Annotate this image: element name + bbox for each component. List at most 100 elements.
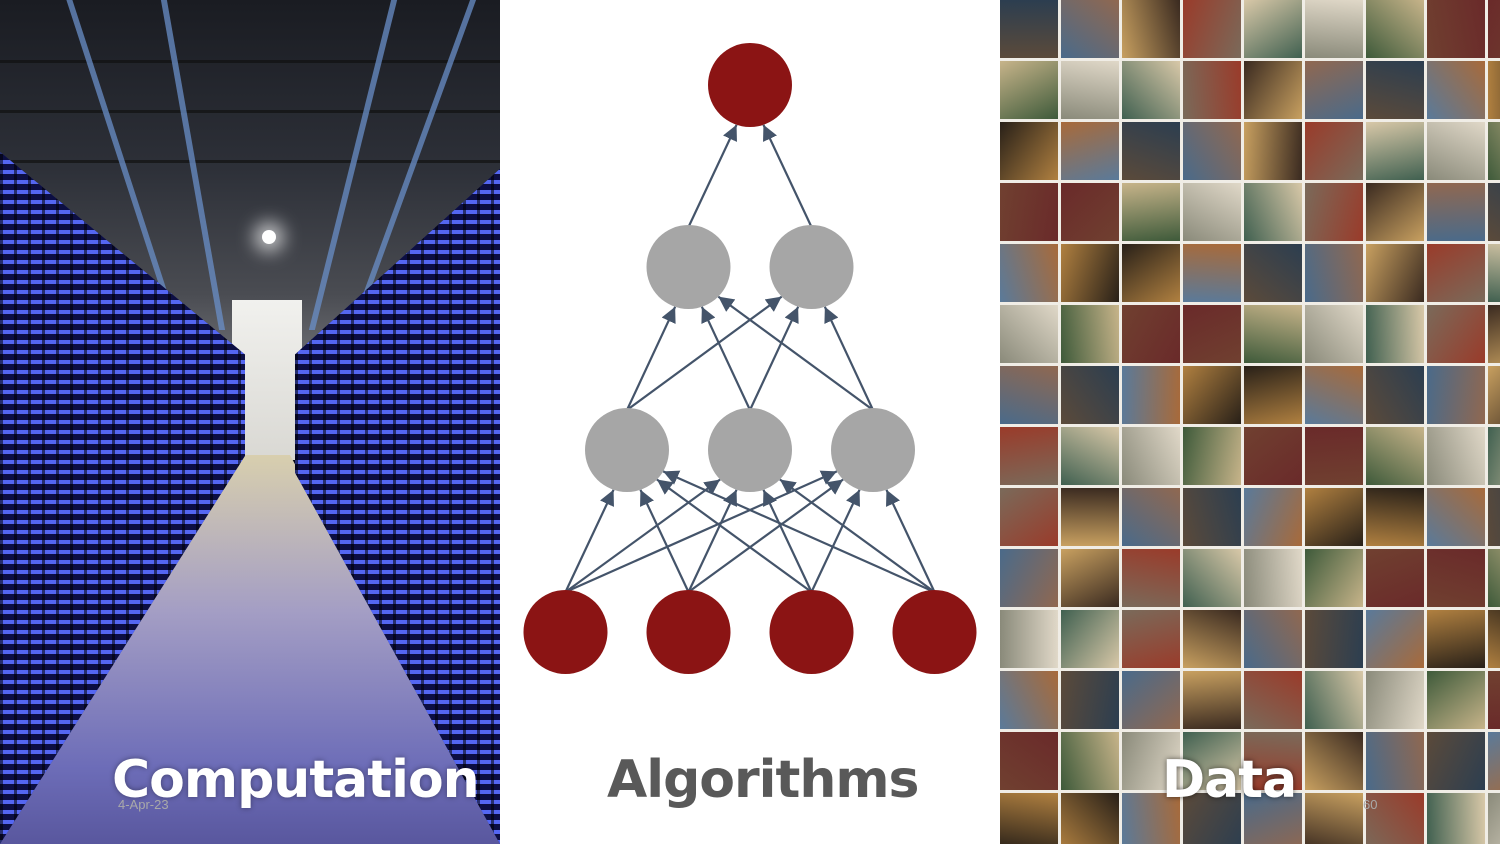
image-thumbnail: [1122, 61, 1180, 119]
image-thumbnail: [1488, 610, 1500, 668]
image-thumbnail: [1183, 183, 1241, 241]
image-thumbnail: [1122, 671, 1180, 729]
network-edge: [762, 489, 813, 593]
image-thumbnail: [1488, 549, 1500, 607]
input-node: [892, 590, 977, 674]
image-thumbnail: [1183, 366, 1241, 424]
image-thumbnail: [1122, 244, 1180, 302]
image-thumbnail: [1061, 366, 1119, 424]
image-thumbnail: [1366, 366, 1424, 424]
image-thumbnail: [1000, 793, 1058, 844]
image-thumbnail: [1366, 427, 1424, 485]
image-thumbnail: [1000, 183, 1058, 241]
image-thumbnail: [1000, 122, 1058, 180]
image-thumbnail: [1122, 427, 1180, 485]
image-thumbnail: [1061, 732, 1119, 790]
image-thumbnail: [1366, 732, 1424, 790]
input-node: [769, 590, 854, 674]
image-thumbnail: [1366, 610, 1424, 668]
input-node: [523, 590, 608, 674]
image-thumbnail: [1488, 488, 1500, 546]
image-thumbnail: [1122, 305, 1180, 363]
ceiling-beam: [0, 60, 500, 63]
image-thumbnail: [1305, 366, 1363, 424]
algorithms-panel: [500, 0, 1000, 844]
image-thumbnail: [1427, 610, 1485, 668]
image-thumbnail: [1183, 549, 1241, 607]
page-number: 60: [1363, 797, 1378, 812]
network-edge: [762, 124, 813, 228]
image-thumbnail: [1061, 549, 1119, 607]
ceiling-beam: [0, 160, 500, 163]
image-thumbnail: [1244, 671, 1302, 729]
hidden-node: [708, 408, 792, 492]
image-thumbnail: [1244, 183, 1302, 241]
image-thumbnail: [1000, 0, 1058, 58]
network-edge: [626, 306, 677, 411]
image-thumbnail: [1122, 0, 1180, 58]
image-thumbnail: [1366, 488, 1424, 546]
computation-panel: [0, 0, 500, 844]
image-thumbnail: [1183, 305, 1241, 363]
image-thumbnail: [1244, 0, 1302, 58]
ceiling-beam: [0, 110, 500, 113]
image-thumbnail: [1000, 671, 1058, 729]
image-thumbnail: [1488, 305, 1500, 363]
network-edge: [687, 124, 738, 228]
image-thumbnail: [1183, 488, 1241, 546]
image-thumbnail: [1061, 122, 1119, 180]
image-thumbnail: [1488, 122, 1500, 180]
image-thumbnail: [1305, 0, 1363, 58]
image-thumbnail: [1488, 732, 1500, 790]
image-thumbnail: [1305, 122, 1363, 180]
image-thumbnail: [1000, 732, 1058, 790]
image-thumbnail: [1427, 427, 1485, 485]
image-thumbnail: [1061, 488, 1119, 546]
image-thumbnail: [1244, 61, 1302, 119]
hidden-node: [585, 408, 669, 492]
image-thumbnail: [1244, 610, 1302, 668]
image-thumbnail: [1366, 122, 1424, 180]
image-thumbnail: [1305, 427, 1363, 485]
image-thumbnail: [1427, 549, 1485, 607]
image-thumbnail: [1000, 549, 1058, 607]
image-thumbnail: [1244, 244, 1302, 302]
image-thumbnail: [1305, 671, 1363, 729]
image-thumbnail: [1488, 244, 1500, 302]
image-thumbnail: [1000, 305, 1058, 363]
image-thumbnail: [1366, 549, 1424, 607]
image-thumbnail: [1427, 793, 1485, 844]
image-thumbnail: [1122, 610, 1180, 668]
image-thumbnail: [1488, 366, 1500, 424]
footer-date: 4-Apr-23: [118, 797, 169, 812]
image-thumbnail: [1183, 427, 1241, 485]
image-thumbnail: [1000, 488, 1058, 546]
image-thumbnail: [1488, 793, 1500, 844]
data-panel: [1000, 0, 1500, 844]
image-thumbnail: [1061, 427, 1119, 485]
network-edge: [564, 489, 615, 593]
image-thumbnail: [1122, 122, 1180, 180]
image-thumbnail: [1305, 549, 1363, 607]
hidden-node: [831, 408, 915, 492]
image-thumbnail: [1305, 305, 1363, 363]
image-thumbnail: [1366, 61, 1424, 119]
image-thumbnail: [1305, 61, 1363, 119]
image-thumbnail: [1366, 305, 1424, 363]
image-thumbnail: [1427, 305, 1485, 363]
image-thumbnail: [1122, 366, 1180, 424]
image-thumbnail: [1061, 610, 1119, 668]
image-thumbnail: [1061, 793, 1119, 844]
image-thumbnail: [1061, 671, 1119, 729]
image-thumbnail: [1305, 244, 1363, 302]
image-thumbnail: [1366, 183, 1424, 241]
image-mosaic: [1000, 0, 1500, 844]
image-thumbnail: [1183, 122, 1241, 180]
image-thumbnail: [1488, 0, 1500, 58]
image-thumbnail: [1305, 183, 1363, 241]
image-thumbnail: [1427, 488, 1485, 546]
image-thumbnail: [1427, 61, 1485, 119]
network-edge: [687, 489, 738, 593]
image-thumbnail: [1427, 671, 1485, 729]
hidden-node: [646, 225, 731, 309]
